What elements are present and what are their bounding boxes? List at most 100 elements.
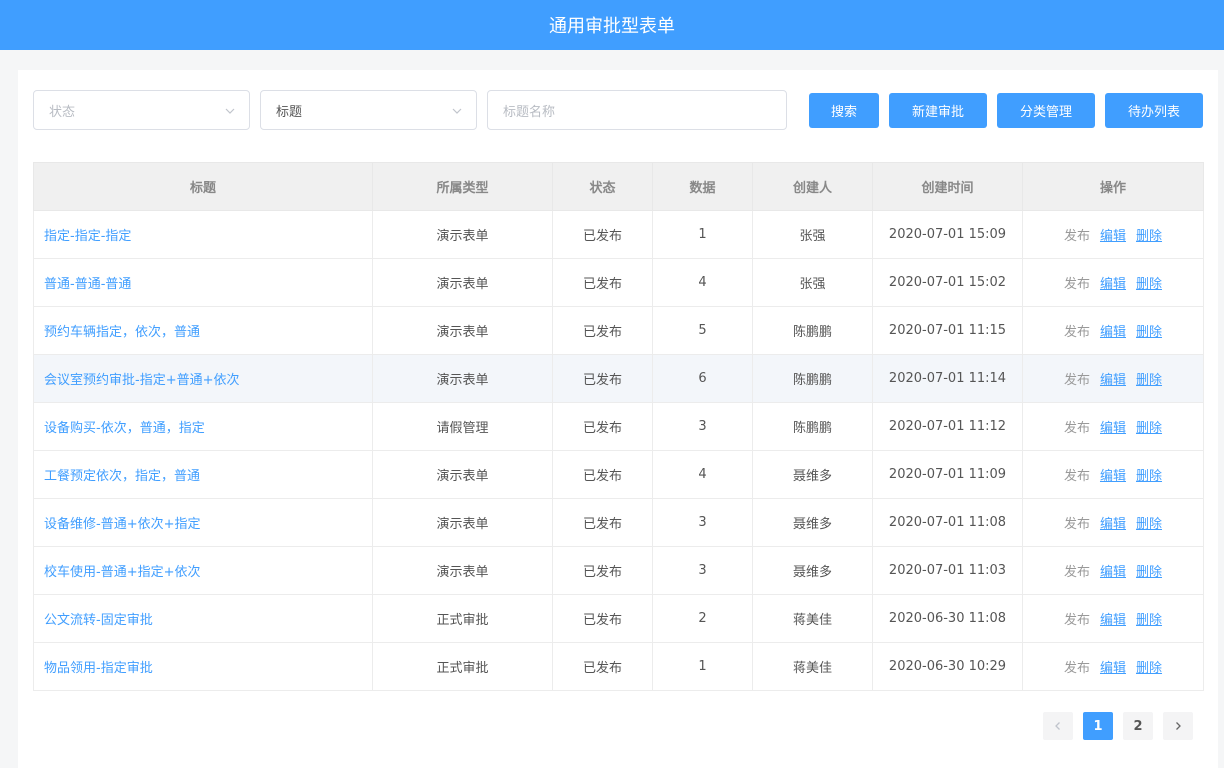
- main-card: 状态 标题 标题名称 搜索 新建审批 分类管理 待办列表 标题 所属类型 状态 …: [18, 70, 1218, 768]
- table-row[interactable]: 物品领用-指定审批 正式审批 已发布 1 蒋美佳 2020-06-30 10:29 发布 编辑…: [33, 642, 1204, 691]
- row-created-time: 2020-07-01 11:12: [872, 402, 1023, 451]
- row-count-link[interactable]: 2: [652, 594, 753, 643]
- publish-button[interactable]: 发布: [1064, 229, 1090, 244]
- table-row[interactable]: 工餐预定依次，指定，普通 演示表单 已发布 4 聂维多 2020-07-01 11:09 发…: [33, 450, 1204, 499]
- publish-button[interactable]: 发布: [1064, 325, 1090, 340]
- page-title: 通用审批型表单: [549, 16, 675, 37]
- chevron-down-icon: [452, 108, 462, 114]
- row-created-time: 2020-07-01 11:03: [872, 546, 1023, 595]
- row-title-link[interactable]: 公文流转-固定审批: [33, 594, 373, 643]
- page-button-1[interactable]: 1: [1083, 712, 1113, 740]
- next-page-button[interactable]: [1163, 712, 1193, 740]
- delete-link[interactable]: 删除: [1136, 421, 1162, 436]
- table-row[interactable]: 设备维修-普通+依次+指定 演示表单 已发布 3 聂维多 2020-07-01 11:08…: [33, 498, 1204, 547]
- category-manage-button[interactable]: 分类管理: [997, 93, 1095, 128]
- row-status: 已发布: [552, 306, 653, 355]
- delete-link[interactable]: 删除: [1136, 565, 1162, 580]
- row-count-link[interactable]: 1: [652, 642, 753, 691]
- row-created-time: 2020-07-01 15:02: [872, 258, 1023, 307]
- keyword-input[interactable]: 标题名称: [487, 90, 787, 130]
- prev-page-button[interactable]: [1043, 712, 1073, 740]
- edit-link[interactable]: 编辑: [1100, 373, 1126, 388]
- row-title-link[interactable]: 设备购买-依次，普通，指定: [33, 402, 373, 451]
- keyword-input-placeholder: 标题名称: [503, 104, 556, 120]
- row-actions: 发布 编辑 删除: [1022, 306, 1204, 355]
- row-status: 已发布: [552, 450, 653, 499]
- publish-button[interactable]: 发布: [1064, 661, 1090, 676]
- column-header-type: 所属类型: [372, 162, 553, 211]
- row-status: 已发布: [552, 258, 653, 307]
- field-select[interactable]: 标题: [260, 90, 477, 130]
- publish-button[interactable]: 发布: [1064, 613, 1090, 628]
- row-count-link[interactable]: 3: [652, 546, 753, 595]
- row-count-link[interactable]: 4: [652, 450, 753, 499]
- row-actions: 发布 编辑 删除: [1022, 450, 1204, 499]
- table-row[interactable]: 设备购买-依次，普通，指定 请假管理 已发布 3 陈鹏鹏 2020-07-01 11:12…: [33, 402, 1204, 451]
- table-row[interactable]: 会议室预约审批-指定+普通+依次 演示表单 已发布 6 陈鹏鹏 2020-07-01 11…: [33, 354, 1204, 403]
- edit-link[interactable]: 编辑: [1100, 517, 1126, 532]
- status-select-placeholder: 状态: [49, 104, 76, 120]
- table-row[interactable]: 预约车辆指定，依次，普通 演示表单 已发布 5 陈鹏鹏 2020-07-01 11:15 发…: [33, 306, 1204, 355]
- delete-link[interactable]: 删除: [1136, 229, 1162, 244]
- row-title-link[interactable]: 指定-指定-指定: [33, 210, 373, 259]
- row-actions: 发布 编辑 删除: [1022, 642, 1204, 691]
- row-count-link[interactable]: 3: [652, 498, 753, 547]
- row-title-link[interactable]: 工餐预定依次，指定，普通: [33, 450, 373, 499]
- publish-button[interactable]: 发布: [1064, 373, 1090, 388]
- page-button-2[interactable]: 2: [1123, 712, 1153, 740]
- row-count-link[interactable]: 3: [652, 402, 753, 451]
- publish-button[interactable]: 发布: [1064, 469, 1090, 484]
- new-approval-button[interactable]: 新建审批: [889, 93, 987, 128]
- row-type: 演示表单: [372, 498, 553, 547]
- row-created-time: 2020-07-01 15:09: [872, 210, 1023, 259]
- publish-button[interactable]: 发布: [1064, 517, 1090, 532]
- row-type: 演示表单: [372, 258, 553, 307]
- delete-link[interactable]: 删除: [1136, 469, 1162, 484]
- row-created-time: 2020-07-01 11:08: [872, 498, 1023, 547]
- row-creator: 陈鹏鹏: [752, 354, 873, 403]
- publish-button[interactable]: 发布: [1064, 565, 1090, 580]
- delete-link[interactable]: 删除: [1136, 661, 1162, 676]
- app-header: 通用审批型表单: [0, 0, 1224, 50]
- delete-link[interactable]: 删除: [1136, 277, 1162, 292]
- row-created-time: 2020-06-30 10:29: [872, 642, 1023, 691]
- row-created-time: 2020-07-01 11:14: [872, 354, 1023, 403]
- search-button[interactable]: 搜索: [809, 93, 879, 128]
- table-row[interactable]: 校车使用-普通+指定+依次 演示表单 已发布 3 聂维多 2020-07-01 11:03…: [33, 546, 1204, 595]
- edit-link[interactable]: 编辑: [1100, 613, 1126, 628]
- delete-link[interactable]: 删除: [1136, 613, 1162, 628]
- edit-link[interactable]: 编辑: [1100, 469, 1126, 484]
- table-row[interactable]: 公文流转-固定审批 正式审批 已发布 2 蒋美佳 2020-06-30 11:08 发布 编辑…: [33, 594, 1204, 643]
- edit-link[interactable]: 编辑: [1100, 229, 1126, 244]
- row-title-link[interactable]: 预约车辆指定，依次，普通: [33, 306, 373, 355]
- row-count-link[interactable]: 5: [652, 306, 753, 355]
- row-created-time: 2020-07-01 11:09: [872, 450, 1023, 499]
- row-title-link[interactable]: 普通-普通-普通: [33, 258, 373, 307]
- row-count-link[interactable]: 1: [652, 210, 753, 259]
- row-actions: 发布 编辑 删除: [1022, 354, 1204, 403]
- row-title-link[interactable]: 物品领用-指定审批: [33, 642, 373, 691]
- table-row[interactable]: 指定-指定-指定 演示表单 已发布 1 张强 2020-07-01 15:09 发布 编辑 删除: [33, 210, 1204, 259]
- edit-link[interactable]: 编辑: [1100, 421, 1126, 436]
- row-creator: 蒋美佳: [752, 594, 873, 643]
- row-type: 正式审批: [372, 594, 553, 643]
- edit-link[interactable]: 编辑: [1100, 277, 1126, 292]
- edit-link[interactable]: 编辑: [1100, 565, 1126, 580]
- status-select[interactable]: 状态: [33, 90, 250, 130]
- todo-list-button[interactable]: 待办列表: [1105, 93, 1203, 128]
- row-title-link[interactable]: 设备维修-普通+依次+指定: [33, 498, 373, 547]
- publish-button[interactable]: 发布: [1064, 421, 1090, 436]
- delete-link[interactable]: 删除: [1136, 373, 1162, 388]
- row-creator: 张强: [752, 210, 873, 259]
- row-title-link[interactable]: 会议室预约审批-指定+普通+依次: [33, 354, 373, 403]
- row-title-link[interactable]: 校车使用-普通+指定+依次: [33, 546, 373, 595]
- delete-link[interactable]: 删除: [1136, 325, 1162, 340]
- row-count-link[interactable]: 6: [652, 354, 753, 403]
- row-count-link[interactable]: 4: [652, 258, 753, 307]
- edit-link[interactable]: 编辑: [1100, 325, 1126, 340]
- delete-link[interactable]: 删除: [1136, 517, 1162, 532]
- field-select-value: 标题: [276, 104, 303, 120]
- table-row[interactable]: 普通-普通-普通 演示表单 已发布 4 张强 2020-07-01 15:02 发布 编辑 删除: [33, 258, 1204, 307]
- edit-link[interactable]: 编辑: [1100, 661, 1126, 676]
- publish-button[interactable]: 发布: [1064, 277, 1090, 292]
